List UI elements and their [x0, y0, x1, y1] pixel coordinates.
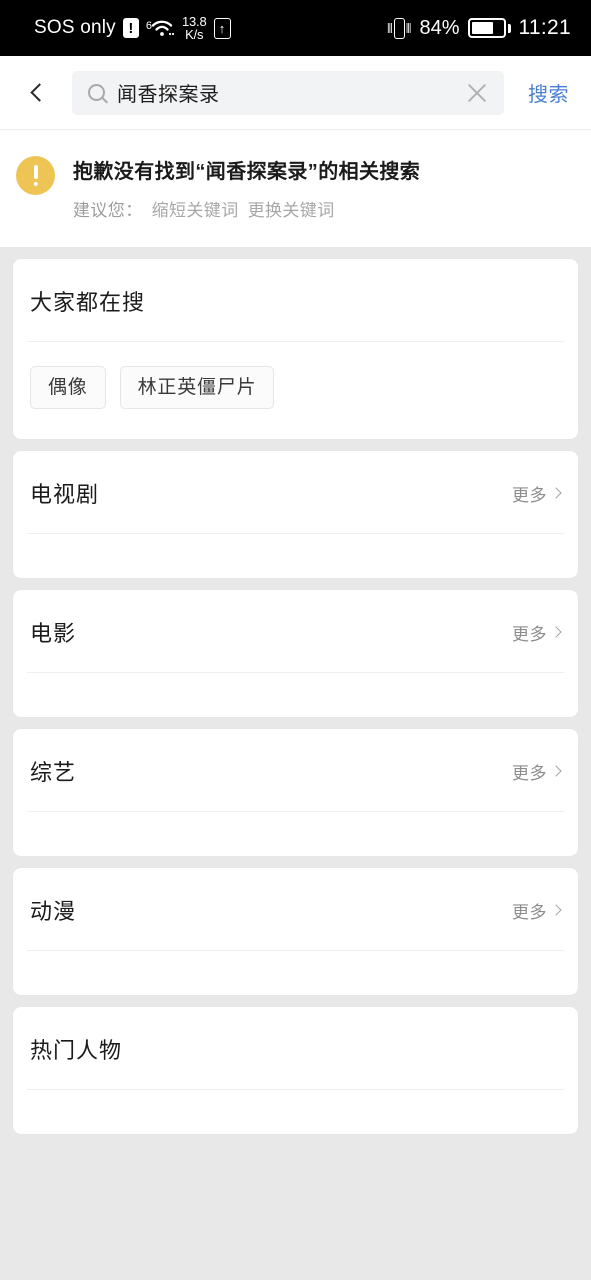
back-button[interactable]: [20, 71, 58, 115]
phone-screen: SOS only ! 6 13.8 K/s ↑ ⦀ ⦀ 84% 11:21 闻香…: [0, 0, 591, 1280]
wifi-icon: 6: [146, 18, 175, 38]
category-more-button[interactable]: 更多: [512, 620, 562, 645]
search-header: 闻香探案录 搜索: [0, 56, 591, 130]
more-label: 更多: [512, 624, 547, 644]
status-bar: SOS only ! 6 13.8 K/s ↑ ⦀ ⦀ 84% 11:21: [0, 0, 591, 56]
search-icon: [88, 84, 105, 101]
network-speed-unit: K/s: [185, 27, 204, 42]
category-card-tv: 电视剧 更多: [13, 451, 578, 578]
category-item-list: [13, 951, 578, 995]
network-speed-indicator: 13.8 K/s: [181, 13, 207, 42]
category-item-list: [13, 673, 578, 717]
category-card-anime: 动漫 更多: [13, 868, 578, 995]
hot-search-tag[interactable]: 林正英僵尸片: [119, 366, 275, 409]
suggestion-label: 建议您：: [73, 201, 143, 220]
vibrate-mode-icon: ⦀ ⦀: [387, 17, 411, 39]
chevron-right-icon: [550, 625, 562, 638]
category-more-button[interactable]: 更多: [512, 481, 562, 506]
category-item-list: [13, 534, 578, 578]
hot-search-tag-list: 偶像 林正英僵尸片: [13, 342, 578, 439]
category-item-list: [13, 1090, 578, 1134]
status-bar-left: SOS only ! 6 13.8 K/s ↑: [34, 13, 231, 42]
category-title: 电视剧: [30, 482, 100, 507]
suggestion-replace[interactable]: 更换关键词: [248, 196, 335, 221]
upload-arrow-icon: ↑: [213, 17, 231, 39]
hot-search-tag[interactable]: 偶像: [30, 366, 106, 409]
category-header: 综艺 更多: [13, 729, 578, 811]
hot-search-title: 大家都在搜: [30, 290, 146, 315]
category-card-movie: 电影 更多: [13, 590, 578, 717]
category-header: 电影 更多: [13, 590, 578, 672]
hot-search-header: 大家都在搜: [13, 259, 578, 341]
category-title: 热门人物: [30, 1038, 123, 1063]
content-area: 大家都在搜 偶像 林正英僵尸片 电视剧 更多 电影 更多 综艺 更多 动漫 更多…: [0, 247, 591, 1134]
category-header: 热门人物: [13, 1007, 578, 1089]
battery-percent-label: 84%: [419, 16, 460, 39]
empty-state-suggestions: 建议您： 缩短关键词 更换关键词: [73, 196, 420, 221]
category-card-people: 热门人物: [13, 1007, 578, 1134]
hot-search-card: 大家都在搜 偶像 林正英僵尸片: [13, 259, 578, 439]
network-speed-value: 13.8: [181, 13, 207, 29]
empty-state-title: 抱歉没有找到“闻香探案录”的相关搜索: [73, 161, 421, 183]
search-query-text[interactable]: 闻香探案录: [117, 78, 452, 107]
search-submit-button[interactable]: 搜索: [518, 78, 577, 107]
chevron-right-icon: [550, 486, 562, 499]
empty-state-body: 抱歉没有找到“闻香探案录”的相关搜索 建议您： 缩短关键词 更换关键词: [73, 154, 420, 221]
warning-icon: [16, 156, 55, 195]
suggestion-shorten[interactable]: 缩短关键词: [152, 196, 239, 221]
more-label: 更多: [512, 485, 547, 505]
close-icon[interactable]: [464, 80, 490, 106]
empty-state-banner: 抱歉没有找到“闻香探案录”的相关搜索 建议您： 缩短关键词 更换关键词: [0, 130, 591, 247]
category-title: 电影: [30, 621, 77, 646]
category-more-button[interactable]: 更多: [512, 898, 562, 923]
more-label: 更多: [512, 902, 547, 922]
category-header: 动漫 更多: [13, 868, 578, 950]
chevron-right-icon: [550, 764, 562, 777]
carrier-label: SOS only: [34, 17, 116, 38]
category-item-list: [13, 812, 578, 856]
battery-icon: [467, 18, 511, 38]
search-input[interactable]: 闻香探案录: [72, 70, 504, 115]
category-header: 电视剧 更多: [13, 451, 578, 533]
clock-label: 11:21: [518, 16, 571, 39]
chevron-right-icon: [550, 903, 562, 916]
category-title: 综艺: [30, 760, 77, 785]
chevron-left-icon: [29, 83, 49, 102]
alert-badge-icon: !: [122, 18, 139, 38]
category-more-button[interactable]: 更多: [512, 759, 562, 784]
category-title: 动漫: [30, 899, 77, 924]
category-card-variety: 综艺 更多: [13, 729, 578, 856]
more-label: 更多: [512, 763, 547, 783]
status-bar-right: ⦀ ⦀ 84% 11:21: [387, 16, 571, 40]
wifi-glyph: [151, 20, 175, 36]
network-gen-label: 6: [145, 20, 152, 32]
